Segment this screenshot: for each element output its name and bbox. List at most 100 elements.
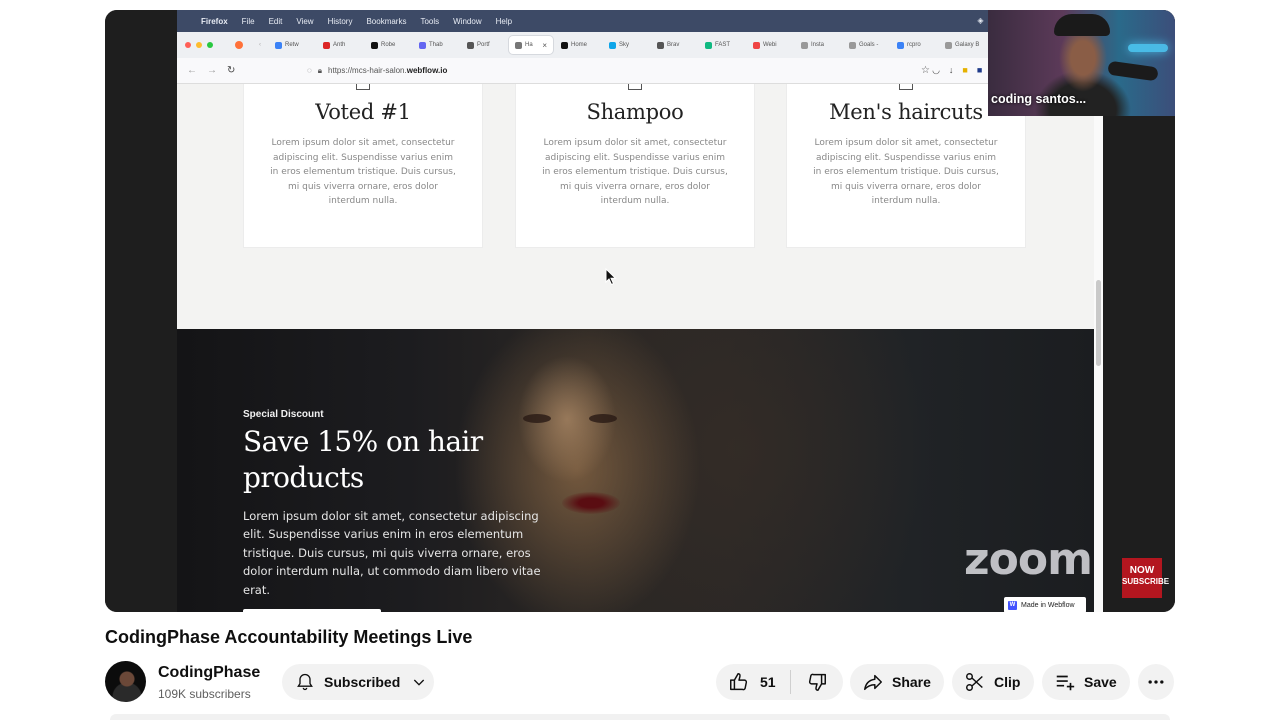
scrollbar-thumb[interactable] xyxy=(1096,280,1101,366)
subscriber-count: 109K subscribers xyxy=(158,687,251,701)
youtube-watch-page: Firefox File Edit View History Bookmarks… xyxy=(0,0,1280,720)
subscribe-badge-line2: SUBSCRIBE xyxy=(1122,577,1170,586)
close-window-icon xyxy=(185,42,191,48)
more-horizontal-icon xyxy=(1145,671,1167,693)
card-title: Shampoo xyxy=(586,100,684,124)
tab-label: Sky xyxy=(619,42,630,48)
tab-label: FAST xyxy=(715,42,731,48)
subscribe-badge-line1: NOW xyxy=(1129,565,1155,576)
tab-scroll-left-icon: ‹ xyxy=(259,42,261,48)
tab-label: Home xyxy=(571,42,588,48)
playlist-add-icon xyxy=(1054,671,1076,693)
like-dislike-group: 51 xyxy=(716,664,843,700)
tab-label: Thab xyxy=(429,42,443,48)
webcam-feed: coding santos... xyxy=(988,10,1175,116)
tab-favicon-icon xyxy=(897,41,904,49)
subscribed-button[interactable]: Subscribed xyxy=(282,664,434,700)
tab-label: Portf xyxy=(477,42,490,48)
save-label: Save xyxy=(1084,674,1117,690)
hero-photo-detail xyxy=(523,414,551,423)
forward-icon: → xyxy=(207,65,217,76)
card-icon xyxy=(899,84,913,90)
hero-body: Lorem ipsum dolor sit amet, consectetur … xyxy=(243,509,541,597)
menubar-item-view: View xyxy=(296,16,314,26)
page-scrollbar[interactable] xyxy=(1094,84,1103,612)
browser-tab[interactable]: Thab xyxy=(413,36,459,54)
video-title: CodingPhase Accountability Meetings Live xyxy=(105,627,473,647)
tab-favicon-icon xyxy=(657,41,664,49)
card-title: Voted #1 xyxy=(315,100,411,124)
tab-label: Webi xyxy=(763,42,777,48)
tab-label: Galaxy B xyxy=(955,42,980,48)
tab-favicon-icon xyxy=(371,41,378,49)
subscribed-label: Subscribed xyxy=(324,674,401,690)
video-player[interactable]: Firefox File Edit View History Bookmarks… xyxy=(105,10,1175,612)
menubar-item-window: Window xyxy=(453,16,482,26)
browser-tab[interactable]: Retw xyxy=(269,36,315,54)
browser-tab-active[interactable]: Ha × xyxy=(509,36,553,54)
share-button[interactable]: Share xyxy=(850,664,944,700)
hero-eyebrow: Special Discount xyxy=(243,409,324,420)
hero-cta-button[interactable] xyxy=(243,609,381,612)
dislike-button[interactable] xyxy=(791,664,843,700)
nav-buttons: ← → ↻ xyxy=(177,65,297,76)
tab-favicon-icon xyxy=(849,41,856,49)
webpage-viewport: Voted #1 Lorem ipsum dolor sit amet, con… xyxy=(177,84,1103,612)
back-icon: ← xyxy=(187,65,197,76)
zoom-watermark: zoom xyxy=(964,534,1093,585)
browser-tab[interactable]: Brav xyxy=(651,36,697,54)
reload-icon: ↻ xyxy=(227,65,236,76)
microphone-icon xyxy=(1107,60,1159,82)
clip-button[interactable]: Clip xyxy=(952,664,1034,700)
webcam-participant-name: coding santos... xyxy=(991,92,1087,106)
more-actions-button[interactable] xyxy=(1138,664,1174,700)
tab-favicon-icon xyxy=(467,41,474,49)
browser-tab[interactable]: Insta xyxy=(795,36,841,54)
channel-avatar[interactable] xyxy=(105,661,146,702)
save-button[interactable]: Save xyxy=(1042,664,1130,700)
browser-tab[interactable]: Webi xyxy=(747,36,793,54)
tab-label: Goals - xyxy=(859,42,879,48)
like-button[interactable]: 51 xyxy=(716,664,790,700)
webflow-badge-label: Made in Webflow xyxy=(1021,601,1075,609)
window-controls xyxy=(185,42,213,48)
tab-favicon-icon xyxy=(515,41,522,49)
webcam-person-cap xyxy=(1054,14,1110,36)
browser-tab[interactable]: FAST xyxy=(699,36,745,54)
tab-label: Robe xyxy=(381,42,396,48)
tab-favicon-icon xyxy=(801,41,808,49)
firefox-icon xyxy=(235,41,243,49)
bell-icon xyxy=(294,671,316,693)
card-body: Lorem ipsum dolor sit amet, consectetur … xyxy=(542,138,728,207)
browser-tab[interactable]: Galaxy B xyxy=(939,36,985,54)
tab-favicon-icon xyxy=(945,41,952,49)
card-icon xyxy=(356,84,370,90)
browser-tab[interactable]: Anth xyxy=(317,36,363,54)
now-subscribe-badge: NOW SUBSCRIBE xyxy=(1122,558,1170,598)
feature-card: Shampoo Lorem ipsum dolor sit amet, cons… xyxy=(515,84,755,248)
browser-tab[interactable]: Sky xyxy=(603,36,649,54)
browser-tab[interactable]: Robe xyxy=(365,36,411,54)
clip-label: Clip xyxy=(994,674,1021,690)
channel-name[interactable]: CodingPhase xyxy=(158,664,260,682)
bookmark-star-icon: ☆ xyxy=(921,65,930,76)
browser-tab[interactable]: rcpro xyxy=(891,36,937,54)
scissors-icon xyxy=(964,671,986,693)
download-icon: ↓ xyxy=(948,65,954,75)
chevron-down-icon xyxy=(408,671,430,693)
browser-tab[interactable]: Portf xyxy=(461,36,507,54)
feature-card: Voted #1 Lorem ipsum dolor sit amet, con… xyxy=(243,84,483,248)
made-in-webflow-badge[interactable]: W Made in Webflow xyxy=(1004,597,1086,612)
browser-tab[interactable]: Home xyxy=(555,36,601,54)
tab-close-icon[interactable]: × xyxy=(542,41,547,50)
card-body: Lorem ipsum dolor sit amet, consectetur … xyxy=(813,138,999,207)
webflow-logo-icon: W xyxy=(1008,600,1017,610)
browser-tab[interactable]: Goals - xyxy=(843,36,889,54)
share-label: Share xyxy=(892,674,931,690)
menubar-item-help: Help xyxy=(495,16,513,26)
menubar-item-edit: Edit xyxy=(268,16,283,26)
video-letterbox-left xyxy=(105,10,177,612)
tab-favicon-icon xyxy=(419,41,426,49)
extension-icon: ■ xyxy=(976,65,983,75)
tab-label: Anth xyxy=(333,42,346,48)
